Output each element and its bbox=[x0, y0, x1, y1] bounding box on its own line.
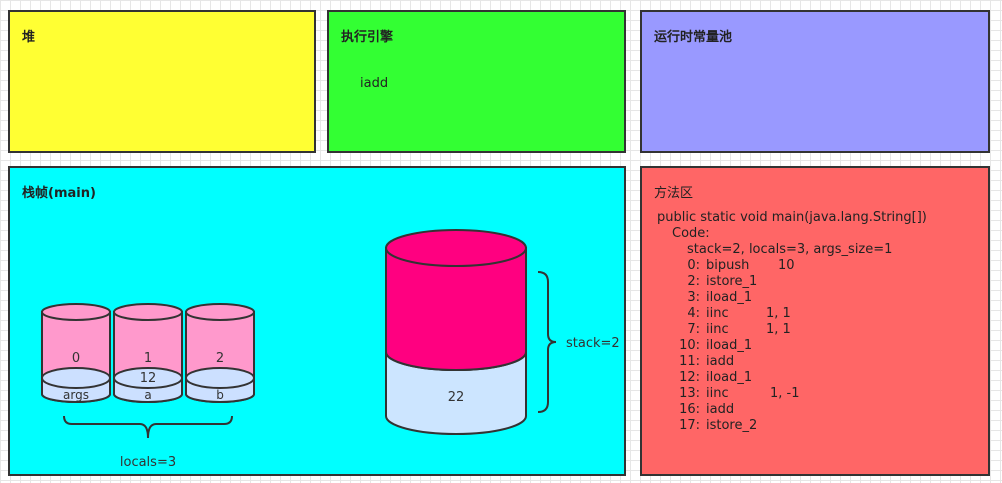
local-slot-name: b bbox=[216, 388, 224, 402]
stack-brace bbox=[537, 271, 557, 413]
frame-diagram: 0args112a2b locals=3 22 stack=2 bbox=[41, 229, 620, 470]
local-slot-index: 2 bbox=[216, 351, 224, 366]
local-variable-table: 0args112a2b bbox=[41, 303, 255, 403]
local-slot-index: 0 bbox=[72, 351, 80, 366]
local-slot-0: 0 args bbox=[41, 303, 111, 403]
local-slot-2: 2b bbox=[185, 303, 255, 403]
operand-stack: 22 bbox=[385, 229, 527, 435]
locals-label: locals=3 bbox=[120, 455, 176, 470]
stack-label: stack=2 bbox=[566, 336, 620, 351]
operand-stack-value: 22 bbox=[448, 390, 465, 405]
local-slot-index: 1 bbox=[144, 351, 152, 366]
local-slot-base-cap bbox=[185, 367, 255, 389]
local-slot-name: a bbox=[144, 388, 151, 402]
local-slot-value: 12 bbox=[140, 371, 157, 386]
local-slot-name: args bbox=[63, 388, 89, 402]
local-slot-base-cap bbox=[41, 367, 111, 389]
local-slot-cap bbox=[41, 303, 111, 321]
local-slot-cap bbox=[185, 303, 255, 321]
local-slot-1: 1 12 a bbox=[113, 303, 183, 403]
operand-stack-cap bbox=[385, 229, 527, 267]
locals-brace bbox=[63, 415, 233, 439]
local-slot-cap bbox=[113, 303, 183, 321]
